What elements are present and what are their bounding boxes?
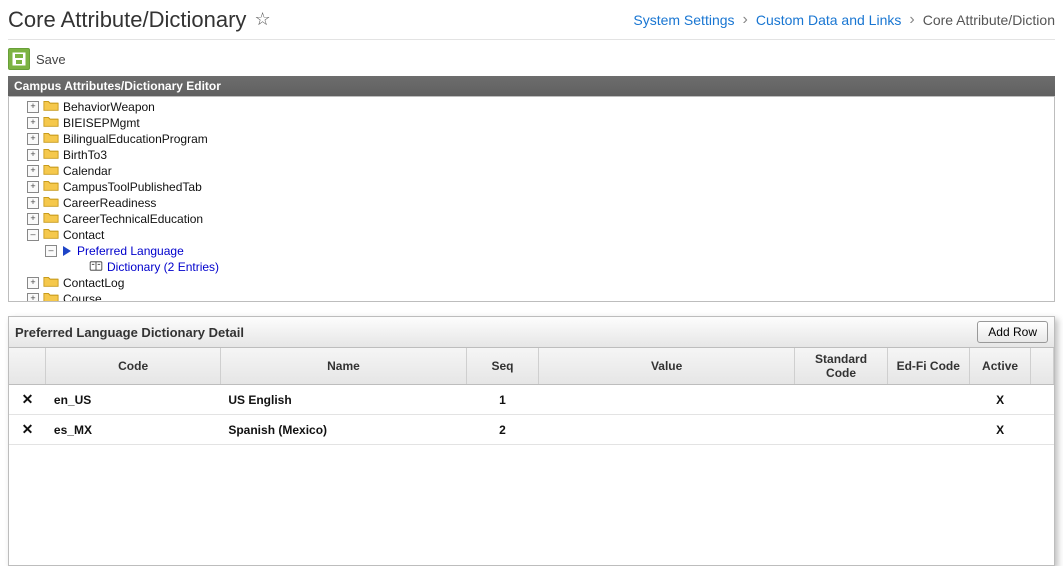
- cell-scroll-gutter: [1031, 385, 1054, 415]
- floppy-disk-icon: [12, 52, 26, 66]
- cell-active[interactable]: X: [969, 385, 1031, 415]
- expand-toggle-icon[interactable]: +: [27, 213, 39, 225]
- attribute-arrow-icon: [63, 246, 71, 256]
- col-header-code[interactable]: Code: [46, 348, 220, 385]
- detail-header: Preferred Language Dictionary Detail Add…: [9, 317, 1054, 348]
- expand-toggle-icon[interactable]: +: [27, 293, 39, 302]
- table-row[interactable]: ✕ en_USUS English1 X: [9, 385, 1054, 415]
- expand-toggle-icon[interactable]: +: [27, 133, 39, 145]
- folder-icon: [43, 226, 63, 244]
- expand-toggle-icon[interactable]: +: [27, 277, 39, 289]
- tree-item-label: CareerReadiness: [63, 195, 156, 211]
- expand-toggle-icon[interactable]: +: [27, 181, 39, 193]
- tree-item-label: Preferred Language: [77, 243, 184, 259]
- col-header-edfi-code[interactable]: Ed-Fi Code: [887, 348, 969, 385]
- cell-active[interactable]: X: [969, 415, 1031, 445]
- folder-icon: [43, 290, 63, 302]
- tree-item-label: Calendar: [63, 163, 112, 179]
- favorite-star-icon[interactable]: ☆: [254, 9, 270, 30]
- tree-item-dictionary-2-entries-[interactable]: Dictionary (2 Entries): [13, 259, 1050, 275]
- tree-item-calendar[interactable]: + Calendar: [13, 163, 1050, 179]
- col-header-value[interactable]: Value: [538, 348, 795, 385]
- cell-standard-code[interactable]: [795, 415, 887, 445]
- cell-value[interactable]: [538, 415, 795, 445]
- tree-item-label: CareerTechnicalEducation: [63, 211, 203, 227]
- top-bar: Core Attribute/Dictionary ☆ System Setti…: [8, 6, 1055, 40]
- tree-item-campustoolpublishedtab[interactable]: + CampusToolPublishedTab: [13, 179, 1050, 195]
- expand-toggle-icon[interactable]: +: [27, 101, 39, 113]
- cell-edfi-code[interactable]: [887, 385, 969, 415]
- expand-spacer: [73, 261, 85, 273]
- cell-code[interactable]: es_MX: [46, 415, 220, 445]
- save-button[interactable]: [8, 48, 30, 70]
- expand-toggle-icon[interactable]: –: [27, 229, 39, 241]
- page-title: Core Attribute/Dictionary: [8, 7, 246, 33]
- cell-scroll-gutter: [1031, 415, 1054, 445]
- detail-panel: Preferred Language Dictionary Detail Add…: [8, 316, 1055, 566]
- tree-item-behaviorweapon[interactable]: + BehaviorWeapon: [13, 99, 1050, 115]
- cell-value[interactable]: [538, 385, 795, 415]
- grid-empty-area: [9, 445, 1054, 565]
- tree-item-contactlog[interactable]: + ContactLog: [13, 275, 1050, 291]
- cell-edfi-code[interactable]: [887, 415, 969, 445]
- tree-item-label: BilingualEducationProgram: [63, 131, 208, 147]
- tree-item-label: BehaviorWeapon: [63, 99, 155, 115]
- expand-toggle-icon[interactable]: +: [27, 117, 39, 129]
- breadcrumb-link-system-settings[interactable]: System Settings: [633, 12, 734, 28]
- tree-item-label: BIEISEPMgmt: [63, 115, 140, 131]
- dictionary-grid: Code Name Seq Value Standard Code Ed-Fi …: [9, 348, 1054, 445]
- tree-item-label: Dictionary (2 Entries): [107, 259, 219, 275]
- tree-root: + BehaviorWeapon + BIEISEPMgmt + BilingualEdu…: [9, 97, 1054, 302]
- cell-seq[interactable]: 1: [467, 385, 539, 415]
- delete-row-icon[interactable]: ✕: [22, 421, 34, 437]
- expand-toggle-icon[interactable]: +: [27, 165, 39, 177]
- tree-item-birthto3[interactable]: + BirthTo3: [13, 147, 1050, 163]
- table-row[interactable]: ✕ es_MXSpanish (Mexico)2 X: [9, 415, 1054, 445]
- cell-name[interactable]: US English: [220, 385, 466, 415]
- col-header-scroll-gutter: [1031, 348, 1054, 385]
- tree-item-careerreadiness[interactable]: + CareerReadiness: [13, 195, 1050, 211]
- chevron-right-icon: [907, 11, 916, 29]
- cell-seq[interactable]: 2: [467, 415, 539, 445]
- tree-item-label: Contact: [63, 227, 104, 243]
- tree-item-label: ContactLog: [63, 275, 124, 291]
- tree-item-label: BirthTo3: [63, 147, 107, 163]
- tree-panel[interactable]: + BehaviorWeapon + BIEISEPMgmt + BilingualEdu…: [8, 96, 1055, 302]
- cell-code[interactable]: en_US: [46, 385, 220, 415]
- dictionary-book-icon: [89, 259, 107, 275]
- detail-title: Preferred Language Dictionary Detail: [15, 325, 244, 340]
- cell-standard-code[interactable]: [795, 385, 887, 415]
- expand-toggle-icon[interactable]: +: [27, 197, 39, 209]
- col-header-standard-code[interactable]: Standard Code: [795, 348, 887, 385]
- breadcrumb-current: Core Attribute/Diction: [923, 12, 1055, 28]
- title-wrap: Core Attribute/Dictionary ☆: [8, 7, 271, 33]
- tree-item-bieisepmgmt[interactable]: + BIEISEPMgmt: [13, 115, 1050, 131]
- tree-item-label: CampusToolPublishedTab: [63, 179, 202, 195]
- toolbar: Save: [8, 40, 1055, 76]
- breadcrumb-link-custom-data[interactable]: Custom Data and Links: [756, 12, 902, 28]
- expand-toggle-icon[interactable]: –: [45, 245, 57, 257]
- cell-name[interactable]: Spanish (Mexico): [220, 415, 466, 445]
- tree-item-label: Course: [63, 291, 102, 302]
- save-label: Save: [36, 52, 66, 67]
- tree-item-careertechnicaleducation[interactable]: + CareerTechnicalEducation: [13, 211, 1050, 227]
- col-header-name[interactable]: Name: [220, 348, 466, 385]
- tree-item-course[interactable]: + Course: [13, 291, 1050, 302]
- col-header-seq[interactable]: Seq: [467, 348, 539, 385]
- page: Core Attribute/Dictionary ☆ System Setti…: [0, 0, 1063, 536]
- add-row-button[interactable]: Add Row: [977, 321, 1048, 343]
- tree-item-contact[interactable]: – Contact: [13, 227, 1050, 243]
- delete-row-icon[interactable]: ✕: [22, 391, 34, 407]
- col-header-delete: [9, 348, 46, 385]
- tree-item-preferred-language[interactable]: – Preferred Language: [13, 243, 1050, 259]
- tree-item-bilingualeducationprogram[interactable]: + BilingualEducationProgram: [13, 131, 1050, 147]
- breadcrumb: System Settings Custom Data and Links Co…: [633, 11, 1055, 29]
- editor-panel-header: Campus Attributes/Dictionary Editor: [8, 76, 1055, 96]
- chevron-right-icon: [741, 11, 750, 29]
- expand-toggle-icon[interactable]: +: [27, 149, 39, 161]
- col-header-active[interactable]: Active: [969, 348, 1031, 385]
